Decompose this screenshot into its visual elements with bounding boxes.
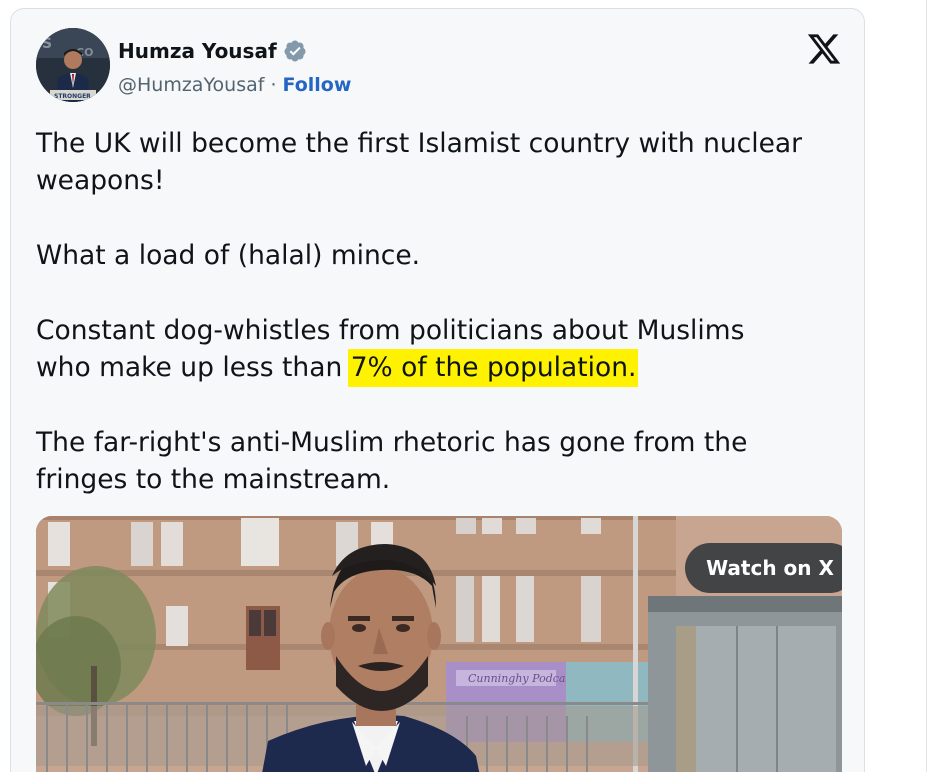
page: S CO STRONGER Humza Yousaf @HumzaYousaf … <box>0 0 950 772</box>
tweet-line: Constant dog-whistles from politicians a… <box>36 315 745 346</box>
tweet-line: weapons! <box>36 165 165 196</box>
tweet-paragraph: Constant dog-whistles from politicians a… <box>36 312 846 387</box>
highlighted-text: 7% of the population. <box>347 349 639 387</box>
tweet-paragraph: The far-right's anti-Muslim rhetoric has… <box>36 424 846 498</box>
author-handle-row: @HumzaYousaf · Follow <box>118 71 351 99</box>
author-display-name[interactable]: Humza Yousaf <box>118 39 277 63</box>
tweet-line: The UK will become the first Islamist co… <box>36 128 803 159</box>
video-thumbnail[interactable]: Cunninghy Podcast Watch on X <box>36 516 842 772</box>
watch-on-x-button[interactable]: Watch on X <box>685 543 842 593</box>
handle-separator: · <box>270 74 277 96</box>
author-avatar[interactable]: S CO STRONGER <box>36 28 110 102</box>
follow-button[interactable]: Follow <box>282 74 351 96</box>
page-divider <box>926 0 927 772</box>
author-handle[interactable]: @HumzaYousaf <box>118 74 264 96</box>
tweet-paragraph: The UK will become the first Islamist co… <box>36 125 846 199</box>
tweet-paragraph: What a load of (halal) mince. <box>36 237 846 274</box>
svg-text:S: S <box>42 36 52 52</box>
tweet-embed-card[interactable]: S CO STRONGER Humza Yousaf @HumzaYousaf … <box>10 8 865 772</box>
author-name-row: Humza Yousaf <box>118 37 307 65</box>
verified-badge-icon <box>283 39 307 63</box>
svg-text:STRONGER: STRONGER <box>54 93 91 100</box>
tweet-text: The UK will become the first Islamist co… <box>36 125 846 536</box>
x-logo-icon[interactable] <box>806 31 842 67</box>
svg-text:Cunninghy Podcast: Cunninghy Podcast <box>468 672 576 685</box>
tweet-line-prefix: who make up less than <box>36 352 351 383</box>
tweet-line: The far-right's anti-Muslim rhetoric has… <box>36 427 748 458</box>
tweet-line: fringes to the mainstream. <box>36 464 391 495</box>
tweet-line: What a load of (halal) mince. <box>36 240 421 271</box>
avatar-photo-icon: S CO STRONGER <box>36 28 110 102</box>
page-margin <box>868 0 950 772</box>
